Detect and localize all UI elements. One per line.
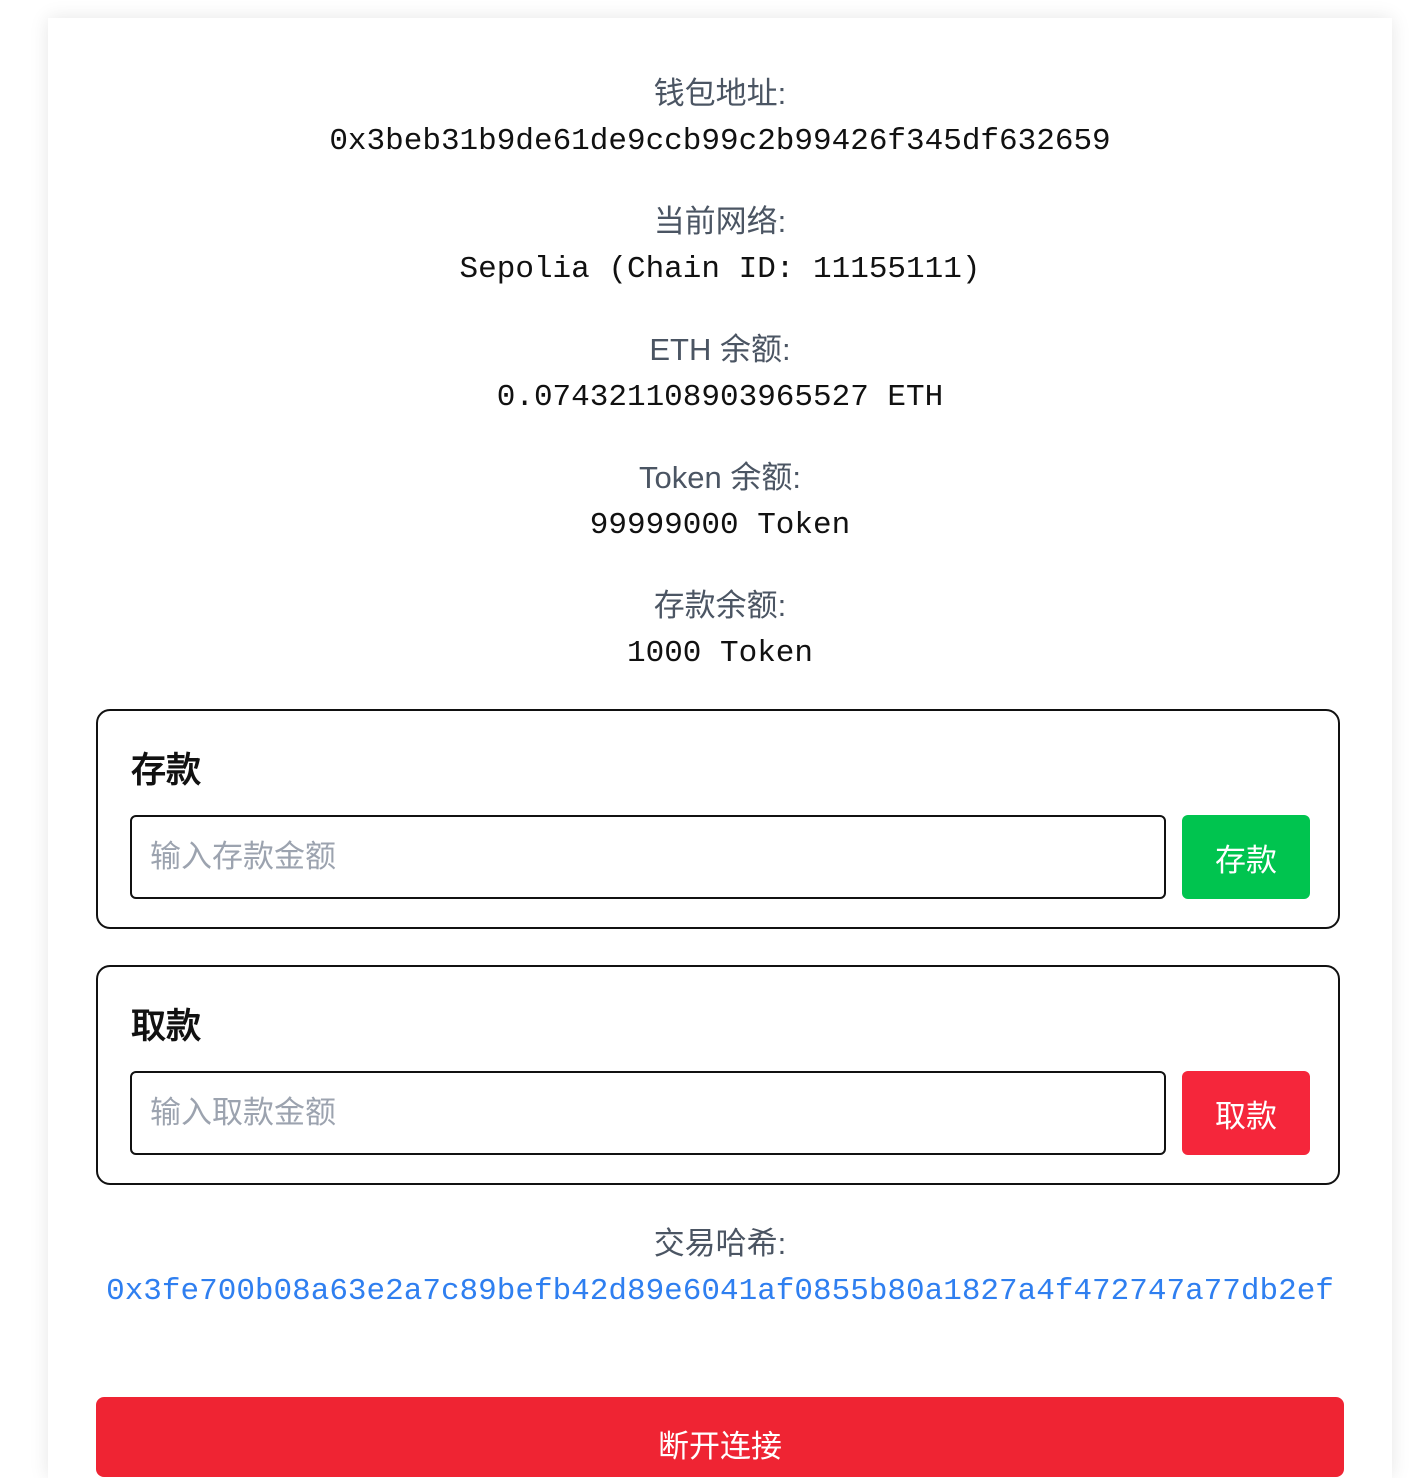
transaction-hash-link[interactable]: 0x3fe700b08a63e2a7c89befb42d89e6041af085… <box>96 1268 1344 1316</box>
eth-balance-label: ETH 余额: <box>649 332 791 367</box>
wallet-address-label: 钱包地址: <box>653 76 787 111</box>
network-label: 当前网络: <box>653 204 787 239</box>
deposit-balance-value: 1000 Token <box>626 636 814 671</box>
wallet-address-value: 0x3beb31b9de61de9ccb99c2b99426f345df6326… <box>329 124 1111 159</box>
disconnect-button[interactable]: 断开连接 <box>96 1397 1344 1477</box>
deposit-panel-title: 存款 <box>131 751 202 790</box>
withdraw-panel: 取款 取款 <box>96 965 1340 1185</box>
deposit-button[interactable]: 存款 <box>1182 815 1310 899</box>
transaction-hash-label: 交易哈希: <box>653 1226 787 1261</box>
network-value: Sepolia (Chain ID: 11155111) <box>459 252 981 287</box>
eth-balance-value: 0.074321108903965527 ETH <box>496 380 944 415</box>
deposit-balance-section: 存款余额: 1000 Token <box>48 586 1392 674</box>
withdraw-button[interactable]: 取款 <box>1182 1071 1310 1155</box>
deposit-panel: 存款 存款 <box>96 709 1340 929</box>
token-balance-label: Token 余额: <box>639 460 801 495</box>
token-balance-value: 99999000 Token <box>589 508 851 543</box>
wallet-card: 钱包地址: 0x3beb31b9de61de9ccb99c2b99426f345… <box>48 18 1392 1478</box>
network-section: 当前网络: Sepolia (Chain ID: 11155111) <box>48 202 1392 290</box>
eth-balance-section: ETH 余额: 0.074321108903965527 ETH <box>48 330 1392 418</box>
withdraw-panel-title: 取款 <box>131 1007 202 1046</box>
transaction-hash-section: 交易哈希: 0x3fe700b08a63e2a7c89befb42d89e604… <box>96 1224 1344 1316</box>
deposit-balance-label: 存款余额: <box>653 588 787 623</box>
withdraw-amount-input[interactable] <box>130 1071 1166 1155</box>
token-balance-section: Token 余额: 99999000 Token <box>48 458 1392 546</box>
wallet-address-section: 钱包地址: 0x3beb31b9de61de9ccb99c2b99426f345… <box>48 74 1392 162</box>
deposit-amount-input[interactable] <box>130 815 1166 899</box>
